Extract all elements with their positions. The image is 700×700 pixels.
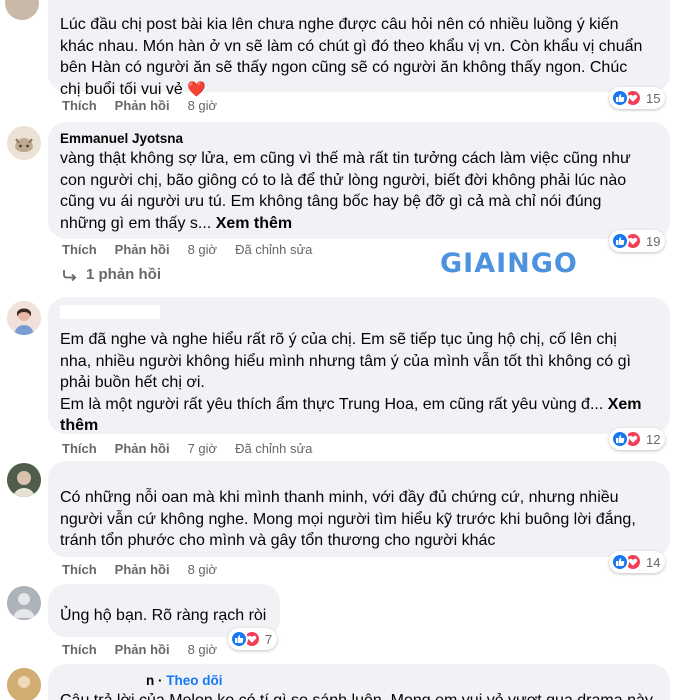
comment-text-line: người vẫn cứ không nghe. Mong mọi người … xyxy=(60,510,636,528)
comment-text-line: Có những nỗi oan mà khi mình thanh minh,… xyxy=(60,489,619,506)
comment-text-line: Ủng hộ bạn. Rõ ràng rạch ròi xyxy=(60,607,267,624)
comment-text-line: Lúc đầu chị post bài kia lên chưa nghe đ… xyxy=(60,16,619,33)
timestamp[interactable]: 8 giờ xyxy=(188,242,218,257)
comment-actions: Thích Phản hồi 8 giờ xyxy=(62,642,235,657)
comment-text-line: phải buồn hết chị ơi. xyxy=(60,374,205,391)
reaction-count: 14 xyxy=(646,554,661,570)
comment-bubble: Có những nỗi oan mà khi mình thanh minh,… xyxy=(48,461,670,557)
thumbs-up-icon xyxy=(611,89,629,107)
comment-bubble: Em đã nghe và nghe hiểu rất rõ ý của chị… xyxy=(48,297,670,434)
see-more-link-continued[interactable]: thêm xyxy=(60,415,658,437)
avatar[interactable] xyxy=(7,301,41,335)
comment-text-line: Em là một người rất yêu thích ẩm thực Tr… xyxy=(60,395,642,413)
edited-label: Đã chỉnh sửa xyxy=(235,441,313,456)
avatar[interactable] xyxy=(7,463,41,497)
cat-avatar-icon xyxy=(7,126,41,160)
reply-button[interactable]: Phản hồi xyxy=(115,562,170,577)
reaction-count: 19 xyxy=(646,233,661,249)
comment-actions: Thích Phản hồi 8 giờ Đã chỉnh sửa xyxy=(62,242,312,257)
reaction-count: 7 xyxy=(265,631,273,647)
comment-author[interactable] xyxy=(60,469,160,483)
view-replies-link[interactable]: 1 phản hồi xyxy=(62,266,161,283)
like-button[interactable]: Thích xyxy=(62,98,97,113)
comment-text-line: con người chị, bão giông có to là để thử… xyxy=(60,171,627,189)
comment-bubble: Lúc đầu chị post bài kia lên chưa nghe đ… xyxy=(48,0,670,98)
comment-author[interactable] xyxy=(60,592,160,602)
comment-author-row: n · Theo dõi xyxy=(146,673,223,688)
comment-text-line: cũng vu ái người ưu tú. Em không tâng bố… xyxy=(60,193,602,210)
comment-actions: Thích Phản hồi 8 giờ xyxy=(62,98,235,113)
thumbs-up-icon xyxy=(230,630,248,648)
like-button[interactable]: Thích xyxy=(62,642,97,657)
thumbs-up-icon xyxy=(611,232,629,250)
comment-author[interactable] xyxy=(60,305,160,319)
comment-text-line: bên Hàn có người ăn sẽ thấy ngon cũng sẽ… xyxy=(60,59,628,76)
comment-bubble: Emmanuel Jyotsna vàng thật không sợ lửa,… xyxy=(48,122,670,239)
comment-text-line: những gì em thấy s... Xem thêm xyxy=(60,214,293,232)
reply-button[interactable]: Phản hồi xyxy=(115,642,170,657)
comment-text-line: tránh tổn phước cho mình và gây tổn thươ… xyxy=(60,532,496,549)
like-button[interactable]: Thích xyxy=(62,242,97,257)
avatar[interactable] xyxy=(7,668,41,700)
comment-actions: Thích Phản hồi 7 giờ Đã chỉnh sửa xyxy=(62,441,312,456)
watermark: GIAINGO xyxy=(440,248,578,279)
reaction-summary[interactable]: 14 xyxy=(609,551,666,573)
thumbs-up-icon xyxy=(611,553,629,571)
reply-button[interactable]: Phản hồi xyxy=(115,98,170,113)
comment-bubble: n · Theo dõi Câu trả lời của Melon ko có… xyxy=(48,664,670,700)
comment-author[interactable]: n xyxy=(146,673,154,688)
see-more-link[interactable]: Xem thêm xyxy=(216,215,292,232)
comment-text-line: chị buổi tối vui vẻ ❤️ xyxy=(60,80,206,98)
heart-emoji: ❤️ xyxy=(187,80,206,98)
edited-label: Đã chỉnh sửa xyxy=(235,242,313,257)
comment-text-line: Câu trả lời của Melon ko có tí gì so sán… xyxy=(60,690,658,700)
comment-actions: Thích Phản hồi 8 giờ xyxy=(62,562,235,577)
thumbs-up-icon xyxy=(611,430,629,448)
avatar[interactable] xyxy=(7,586,41,620)
timestamp[interactable]: 8 giờ xyxy=(188,98,218,113)
see-more-link[interactable]: Xem xyxy=(608,396,642,413)
reply-button[interactable]: Phản hồi xyxy=(115,242,170,257)
replies-count-label[interactable]: 1 phản hồi xyxy=(86,266,161,283)
timestamp[interactable]: 8 giờ xyxy=(188,562,218,577)
reaction-summary[interactable]: 19 xyxy=(609,230,666,252)
comment-text-line: Em đã nghe và nghe hiểu rất rõ ý của chị… xyxy=(60,331,617,348)
avatar[interactable] xyxy=(7,126,41,160)
reaction-summary[interactable]: 7 xyxy=(228,628,278,650)
comment-text-line: vàng thật không sợ lửa, em cũng vì thế m… xyxy=(60,150,631,167)
avatar[interactable] xyxy=(5,0,39,20)
timestamp[interactable]: 8 giờ xyxy=(188,642,218,657)
follow-button[interactable]: Theo dõi xyxy=(166,673,222,688)
reaction-summary[interactable]: 15 xyxy=(609,87,666,109)
reaction-summary[interactable]: 12 xyxy=(609,428,666,450)
reaction-count: 15 xyxy=(646,90,661,106)
like-button[interactable]: Thích xyxy=(62,441,97,456)
comment-text-line: nha, nhiều người không hiểu mình nhưng t… xyxy=(60,352,631,370)
comment-text-line: khác nhau. Món hàn ở vn sẽ làm có chút g… xyxy=(60,37,643,55)
reaction-count: 12 xyxy=(646,431,661,447)
reply-arrow-icon xyxy=(63,269,77,281)
like-button[interactable]: Thích xyxy=(62,562,97,577)
reply-button[interactable]: Phản hồi xyxy=(115,441,170,456)
comment-author[interactable]: Emmanuel Jyotsna xyxy=(60,130,658,148)
timestamp[interactable]: 7 giờ xyxy=(188,441,218,456)
